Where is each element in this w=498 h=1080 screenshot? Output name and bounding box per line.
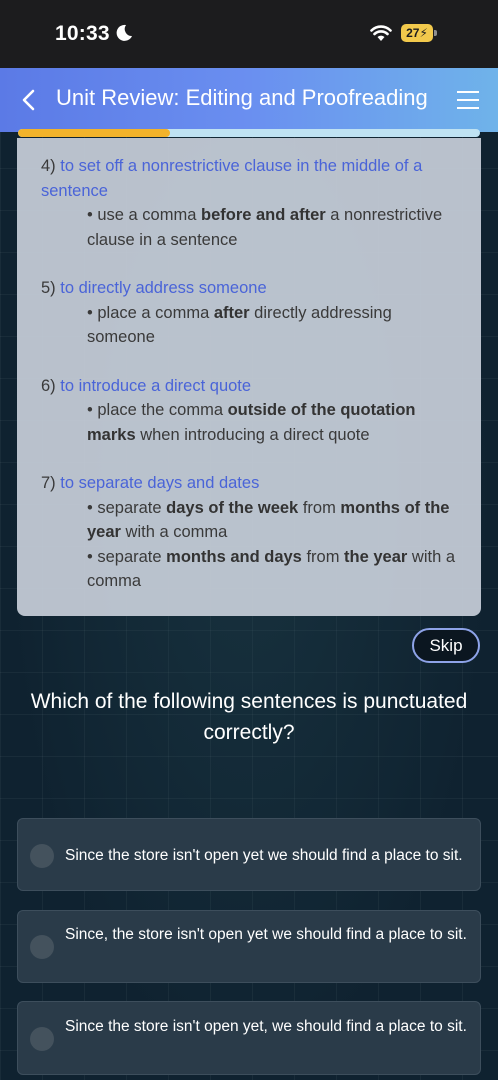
moon-icon [116,24,132,41]
question-text: Which of the following sentences is punc… [30,690,468,744]
bullet-text: with a comma [120,523,228,541]
answer-option-text: Since, the store isn't open yet we shoul… [65,926,467,943]
page-title: Unit Review: Editing and Proofreading [56,85,428,110]
rule-heading: 4) to set off a nonrestrictive clause in… [41,154,457,203]
rule-number: 4) [41,157,56,175]
radio-button[interactable] [30,935,54,959]
rule-item: 6) to introduce a direct quote • place th… [41,374,457,448]
bullet-text: from [301,547,345,566]
rule-heading: 6) to introduce a direct quote [41,374,457,399]
radio-button[interactable] [30,844,54,868]
wifi-icon [370,25,392,41]
bullet-text: • use a comma [87,206,201,224]
bullet-text: from [298,498,341,517]
rule-heading: 5) to directly address someone [41,276,457,301]
chevron-left-icon[interactable] [20,88,38,112]
bullet-emphasis: after [213,303,250,322]
rule-title: to directly address someone [60,279,267,297]
bullet-emphasis: before and after [201,206,326,224]
rule-bullet: • separate months and days from the year… [41,545,457,594]
rule-heading: 7) to separate days and dates [41,471,457,496]
bullet-emphasis: months and days [166,547,302,566]
answer-option[interactable]: Since the store isn't open yet we should… [17,818,481,891]
answer-option-text: Since the store isn't open yet we should… [65,847,463,864]
radio-button[interactable] [30,1027,54,1051]
bullet-text: • place a comma [87,303,214,322]
rule-bullet: • separate days of the week from months … [41,496,457,545]
rule-title: to set off a nonrestrictive clause in th… [41,157,423,200]
status-time: 10:33 [55,22,110,45]
rule-item: 4) to set off a nonrestrictive clause in… [41,154,457,252]
app-header: Unit Review: Editing and Proofreading [0,68,498,132]
battery-icon: 27⚡︎ [401,24,433,42]
status-bar: 10:33 27⚡︎ [0,0,498,68]
rule-item: 5) to directly address someone • place a … [41,276,457,350]
rule-bullet: • place the comma outside of the quotati… [41,398,457,447]
answer-option[interactable]: Since, the store isn't open yet we shoul… [17,910,481,983]
progress-bar [18,129,480,137]
rule-title: to introduce a direct quote [60,376,252,395]
rule-title: to separate days and dates [60,474,260,492]
answer-option-text: Since the store isn't open yet, we shoul… [65,1018,467,1035]
rule-item: 7) to separate days and dates • separate … [41,471,457,594]
rule-bullet: • place a comma after directly addressin… [41,301,457,350]
answer-option[interactable]: Since the store isn't open yet, we shoul… [17,1001,481,1075]
menu-icon[interactable] [457,90,479,110]
battery-tip [434,30,437,36]
review-card: 4) to set off a nonrestrictive clause in… [17,138,481,616]
bullet-emphasis: the year [344,547,408,566]
progress-fill [18,129,171,137]
skip-button[interactable]: Skip [412,628,480,663]
bullet-text: • place the comma [87,401,228,419]
battery-level: 27 [406,26,420,40]
charging-bolt-icon: ⚡︎ [419,26,428,40]
bullet-text: • separate [87,547,167,566]
bullet-emphasis: days of the week [166,498,299,517]
rule-number: 5) [41,279,56,297]
rule-bullet: • use a comma before and after a nonrest… [41,203,457,252]
rule-number: 6) [41,376,56,395]
bullet-text: when introducing a direct quote [135,425,370,444]
rule-number: 7) [41,474,56,492]
bullet-text: • separate [87,498,167,517]
